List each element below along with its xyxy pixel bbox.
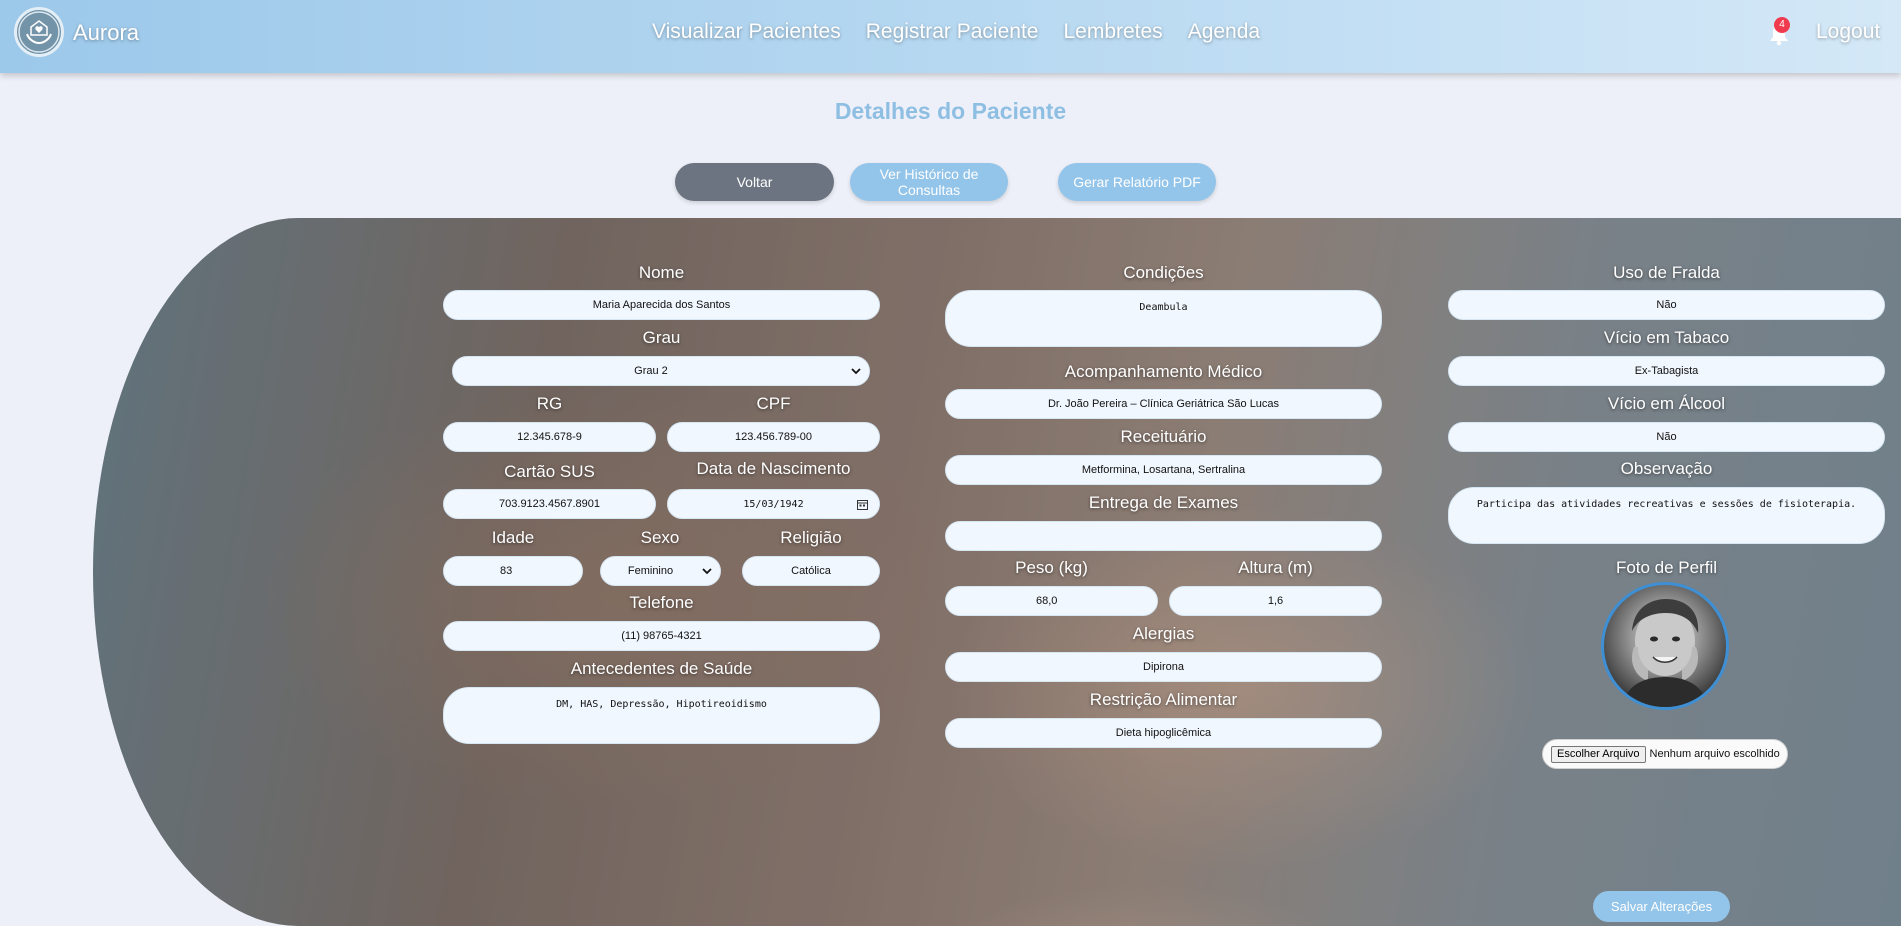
religiao-field[interactable]: Católica — [742, 556, 880, 586]
antecedentes-textarea[interactable]: DM, HAS, Depressão, Hipotireoidismo — [443, 687, 880, 744]
label-altura: Altura (m) — [1238, 558, 1313, 577]
condicoes-textarea[interactable]: Deambula — [945, 290, 1382, 347]
chevron-down-icon — [851, 366, 861, 376]
label-antecedentes: Antecedentes de Saúde — [570, 659, 753, 678]
pdf-report-button[interactable]: Gerar Relatório PDF — [1058, 163, 1216, 201]
restricao-field[interactable]: Dieta hipoglicêmica — [945, 718, 1382, 748]
file-status: Nenhum arquivo escolhido — [1649, 748, 1780, 760]
label-nome: Nome — [638, 263, 685, 282]
nav-agenda[interactable]: Agenda — [1188, 20, 1260, 44]
label-condicoes: Condições — [1123, 263, 1204, 282]
label-receituario: Receituário — [1120, 427, 1207, 446]
choose-file-button[interactable]: Escolher Arquivo — [1551, 745, 1646, 763]
sexo-select[interactable]: Feminino — [600, 556, 721, 586]
label-cpf: CPF — [756, 394, 791, 413]
receituario-field[interactable]: Metformina, Losartana, Sertralina — [945, 455, 1382, 485]
nav-registrar-paciente[interactable]: Registrar Paciente — [866, 20, 1039, 44]
label-cartao-sus: Cartão SUS — [504, 462, 595, 481]
nav-lembretes[interactable]: Lembretes — [1063, 20, 1162, 44]
tabaco-field[interactable]: Ex-Tabagista — [1448, 356, 1885, 386]
label-foto: Foto de Perfil — [1615, 558, 1718, 577]
label-observacao: Observação — [1620, 459, 1713, 478]
nav-links: Visualizar Pacientes Registrar Paciente … — [652, 20, 1260, 44]
idade-field[interactable]: 83 — [443, 556, 583, 586]
label-religiao: Religião — [780, 528, 842, 547]
calendar-icon[interactable] — [857, 499, 868, 510]
label-tabaco: Vício em Tabaco — [1603, 328, 1730, 347]
label-rg: RG — [536, 394, 563, 413]
label-telefone: Telefone — [629, 593, 694, 612]
peso-field[interactable]: 68,0 — [945, 586, 1158, 616]
label-sexo: Sexo — [640, 528, 680, 547]
label-alergias: Alergias — [1132, 624, 1195, 643]
notification-badge: 4 — [1774, 17, 1790, 33]
fralda-field[interactable]: Não — [1448, 290, 1885, 320]
brand-name[interactable]: Aurora — [73, 20, 139, 46]
rg-field[interactable]: 12.345.678-9 — [443, 422, 656, 452]
altura-field[interactable]: 1,6 — [1169, 586, 1382, 616]
alcool-field[interactable]: Não — [1448, 422, 1885, 452]
alergias-field[interactable]: Dipirona — [945, 652, 1382, 682]
telefone-field[interactable]: (11) 98765-4321 — [443, 621, 880, 651]
logout-link[interactable]: Logout — [1816, 20, 1880, 44]
label-acompanhamento: Acompanhamento Médico — [1064, 362, 1263, 381]
label-alcool: Vício em Álcool — [1607, 394, 1726, 413]
save-changes-button[interactable]: Salvar Alterações — [1593, 891, 1730, 922]
nome-field[interactable]: Maria Aparecida dos Santos — [443, 290, 880, 320]
label-data-nascimento: Data de Nascimento — [696, 459, 851, 478]
navbar: Aurora Visualizar Pacientes Registrar Pa… — [0, 0, 1901, 73]
label-peso: Peso (kg) — [1015, 558, 1088, 577]
label-restricao: Restrição Alimentar — [1089, 690, 1238, 709]
observacao-textarea[interactable]: Participa das atividades recreativas e s… — [1448, 487, 1885, 544]
cpf-field[interactable]: 123.456.789-00 — [667, 422, 880, 452]
acompanhamento-field[interactable]: Dr. João Pereira – Clínica Geriátrica Sã… — [945, 389, 1382, 419]
history-button[interactable]: Ver Histórico de Consultas — [850, 163, 1008, 201]
action-row: Voltar Ver Histórico de Consultas Gerar … — [0, 163, 1901, 201]
exames-field[interactable] — [945, 521, 1382, 551]
label-idade: Idade — [491, 528, 535, 547]
label-grau: Grau — [642, 328, 681, 347]
grau-select[interactable]: Grau 2 — [452, 356, 870, 386]
profile-photo — [1601, 582, 1729, 710]
back-button[interactable]: Voltar — [675, 163, 834, 201]
birthdate-value: 15/03/1942 — [743, 498, 804, 510]
cartao-sus-field[interactable]: 703.9123.4567.8901 — [443, 489, 656, 519]
nav-visualizar-pacientes[interactable]: Visualizar Pacientes — [652, 20, 841, 44]
file-input[interactable]: Escolher Arquivo Nenhum arquivo escolhid… — [1542, 739, 1788, 769]
chevron-down-icon — [702, 566, 712, 576]
page-title: Detalhes do Paciente — [834, 98, 1067, 124]
logo-icon[interactable] — [14, 7, 64, 57]
label-fralda: Uso de Fralda — [1613, 263, 1720, 282]
label-exames: Entrega de Exames — [1088, 493, 1239, 512]
birthdate-field[interactable]: 15/03/1942 — [667, 489, 880, 519]
sexo-select-value: Feminino — [627, 565, 674, 577]
grau-select-value: Grau 2 — [634, 365, 668, 377]
